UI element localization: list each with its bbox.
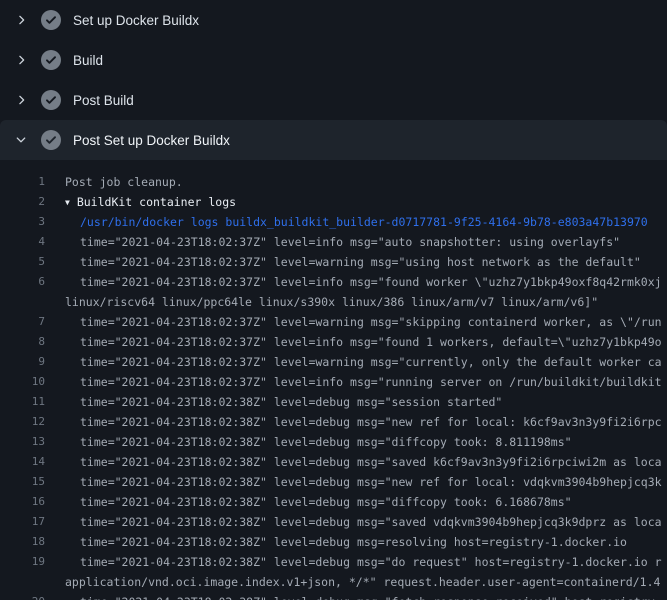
log-line[interactable]: 18time="2021-04-23T18:02:38Z" level=debu… — [0, 532, 667, 552]
log-line[interactable]: 8time="2021-04-23T18:02:37Z" level=info … — [0, 332, 667, 352]
log-text: time="2021-04-23T18:02:38Z" level=debug … — [45, 532, 667, 552]
group-label: BuildKit container logs — [77, 195, 236, 209]
check-circle-icon — [41, 90, 61, 110]
chevron-right-icon[interactable] — [13, 52, 29, 68]
line-number[interactable]: 17 — [0, 512, 45, 532]
log-text: linux/riscv64 linux/ppc64le linux/s390x … — [45, 292, 667, 312]
log-line[interactable]: 12time="2021-04-23T18:02:38Z" level=debu… — [0, 412, 667, 432]
log-lines: 1Post job cleanup.2 ▼ BuildKit container l… — [0, 160, 667, 600]
line-number[interactable]: 2 — [0, 192, 45, 212]
log-line[interactable]: 20time="2021-04-23T18:02:38Z" level=debu… — [0, 592, 667, 600]
line-number[interactable]: 14 — [0, 452, 45, 472]
log-text: Post job cleanup. — [45, 172, 667, 192]
log-line[interactable]: 16time="2021-04-23T18:02:38Z" level=debu… — [0, 492, 667, 512]
step-row-1[interactable]: Set up Docker Buildx — [0, 0, 667, 40]
log-text: application/vnd.oci.image.index.v1+json,… — [45, 572, 667, 592]
log-text: time="2021-04-23T18:02:37Z" level=warnin… — [45, 252, 667, 272]
log-line[interactable]: 3/usr/bin/docker logs buildx_buildkit_bu… — [0, 212, 667, 232]
line-number — [0, 572, 45, 592]
log-line[interactable]: 6time="2021-04-23T18:02:37Z" level=info … — [0, 272, 667, 292]
log-line[interactable]: 4time="2021-04-23T18:02:37Z" level=info … — [0, 232, 667, 252]
log-line[interactable]: 5time="2021-04-23T18:02:37Z" level=warni… — [0, 252, 667, 272]
line-number — [0, 292, 45, 312]
step-row-2[interactable]: Build — [0, 40, 667, 80]
line-number[interactable]: 7 — [0, 312, 45, 332]
group-expand-triangle-icon[interactable]: ▼ — [65, 193, 70, 212]
log-line[interactable]: 17time="2021-04-23T18:02:38Z" level=debu… — [0, 512, 667, 532]
line-number[interactable]: 10 — [0, 372, 45, 392]
step-title: Post Set up Docker Buildx — [73, 133, 230, 148]
line-number[interactable]: 5 — [0, 252, 45, 272]
line-number[interactable]: 16 — [0, 492, 45, 512]
log-text: time="2021-04-23T18:02:37Z" level=info m… — [45, 232, 667, 252]
log-text: time="2021-04-23T18:02:38Z" level=debug … — [45, 392, 667, 412]
log-text: time="2021-04-23T18:02:38Z" level=debug … — [45, 412, 667, 432]
log-line[interactable]: 10time="2021-04-23T18:02:37Z" level=info… — [0, 372, 667, 392]
line-number[interactable]: 19 — [0, 552, 45, 572]
check-circle-icon — [41, 130, 61, 150]
chevron-right-icon[interactable] — [13, 12, 29, 28]
check-circle-icon — [41, 10, 61, 30]
log-line[interactable]: 19time="2021-04-23T18:02:38Z" level=debu… — [0, 552, 667, 572]
log-text: time="2021-04-23T18:02:38Z" level=debug … — [45, 452, 667, 472]
line-number[interactable]: 3 — [0, 212, 45, 232]
check-circle-icon — [41, 50, 61, 70]
line-number[interactable]: 18 — [0, 532, 45, 552]
chevron-down-icon[interactable] — [13, 132, 29, 148]
log-line[interactable]: 15time="2021-04-23T18:02:38Z" level=debu… — [0, 472, 667, 492]
step-row-3[interactable]: Post Build — [0, 80, 667, 120]
log-text: time="2021-04-23T18:02:38Z" level=debug … — [45, 592, 667, 600]
log-line[interactable]: 13time="2021-04-23T18:02:38Z" level=debu… — [0, 432, 667, 452]
chevron-right-icon[interactable] — [13, 92, 29, 108]
log-line[interactable]: 7time="2021-04-23T18:02:37Z" level=warni… — [0, 312, 667, 332]
log-text: time="2021-04-23T18:02:38Z" level=debug … — [45, 492, 667, 512]
log-text: time="2021-04-23T18:02:37Z" level=info m… — [45, 272, 667, 292]
line-number[interactable]: 4 — [0, 232, 45, 252]
line-number[interactable]: 9 — [0, 352, 45, 372]
log-text: time="2021-04-23T18:02:37Z" level=info m… — [45, 332, 667, 352]
step-title: Set up Docker Buildx — [73, 13, 199, 28]
step-title: Build — [73, 53, 103, 68]
log-text: time="2021-04-23T18:02:38Z" level=debug … — [45, 432, 667, 452]
log-line[interactable]: application/vnd.oci.image.index.v1+json,… — [0, 572, 667, 592]
log-line[interactable]: linux/riscv64 linux/ppc64le linux/s390x … — [0, 292, 667, 312]
log-text: ▼ BuildKit container logs — [45, 192, 667, 212]
log-text: time="2021-04-23T18:02:38Z" level=debug … — [45, 552, 667, 572]
log-text: time="2021-04-23T18:02:37Z" level=warnin… — [45, 352, 667, 372]
line-number[interactable]: 8 — [0, 332, 45, 352]
line-number[interactable]: 15 — [0, 472, 45, 492]
log-text: time="2021-04-23T18:02:38Z" level=debug … — [45, 512, 667, 532]
log-text: time="2021-04-23T18:02:38Z" level=debug … — [45, 472, 667, 492]
log-line[interactable]: 1Post job cleanup. — [0, 172, 667, 192]
step-title: Post Build — [73, 93, 134, 108]
steps-list: Set up Docker Buildx Build Post Build Post … — [0, 0, 667, 160]
line-number[interactable]: 6 — [0, 272, 45, 292]
log-text: time="2021-04-23T18:02:37Z" level=info m… — [45, 372, 667, 392]
line-number[interactable]: 11 — [0, 392, 45, 412]
log-line[interactable]: 9time="2021-04-23T18:02:37Z" level=warni… — [0, 352, 667, 372]
line-number[interactable]: 13 — [0, 432, 45, 452]
line-number[interactable]: 20 — [0, 592, 45, 600]
log-command-text: /usr/bin/docker logs buildx_buildkit_bui… — [45, 212, 667, 232]
step-row-4[interactable]: Post Set up Docker Buildx — [0, 120, 667, 160]
log-line[interactable]: 14time="2021-04-23T18:02:38Z" level=debu… — [0, 452, 667, 472]
log-text: time="2021-04-23T18:02:37Z" level=warnin… — [45, 312, 667, 332]
log-line[interactable]: 11time="2021-04-23T18:02:38Z" level=debu… — [0, 392, 667, 412]
line-number[interactable]: 12 — [0, 412, 45, 432]
line-number[interactable]: 1 — [0, 172, 45, 192]
log-line[interactable]: 2 ▼ BuildKit container logs — [0, 192, 667, 212]
